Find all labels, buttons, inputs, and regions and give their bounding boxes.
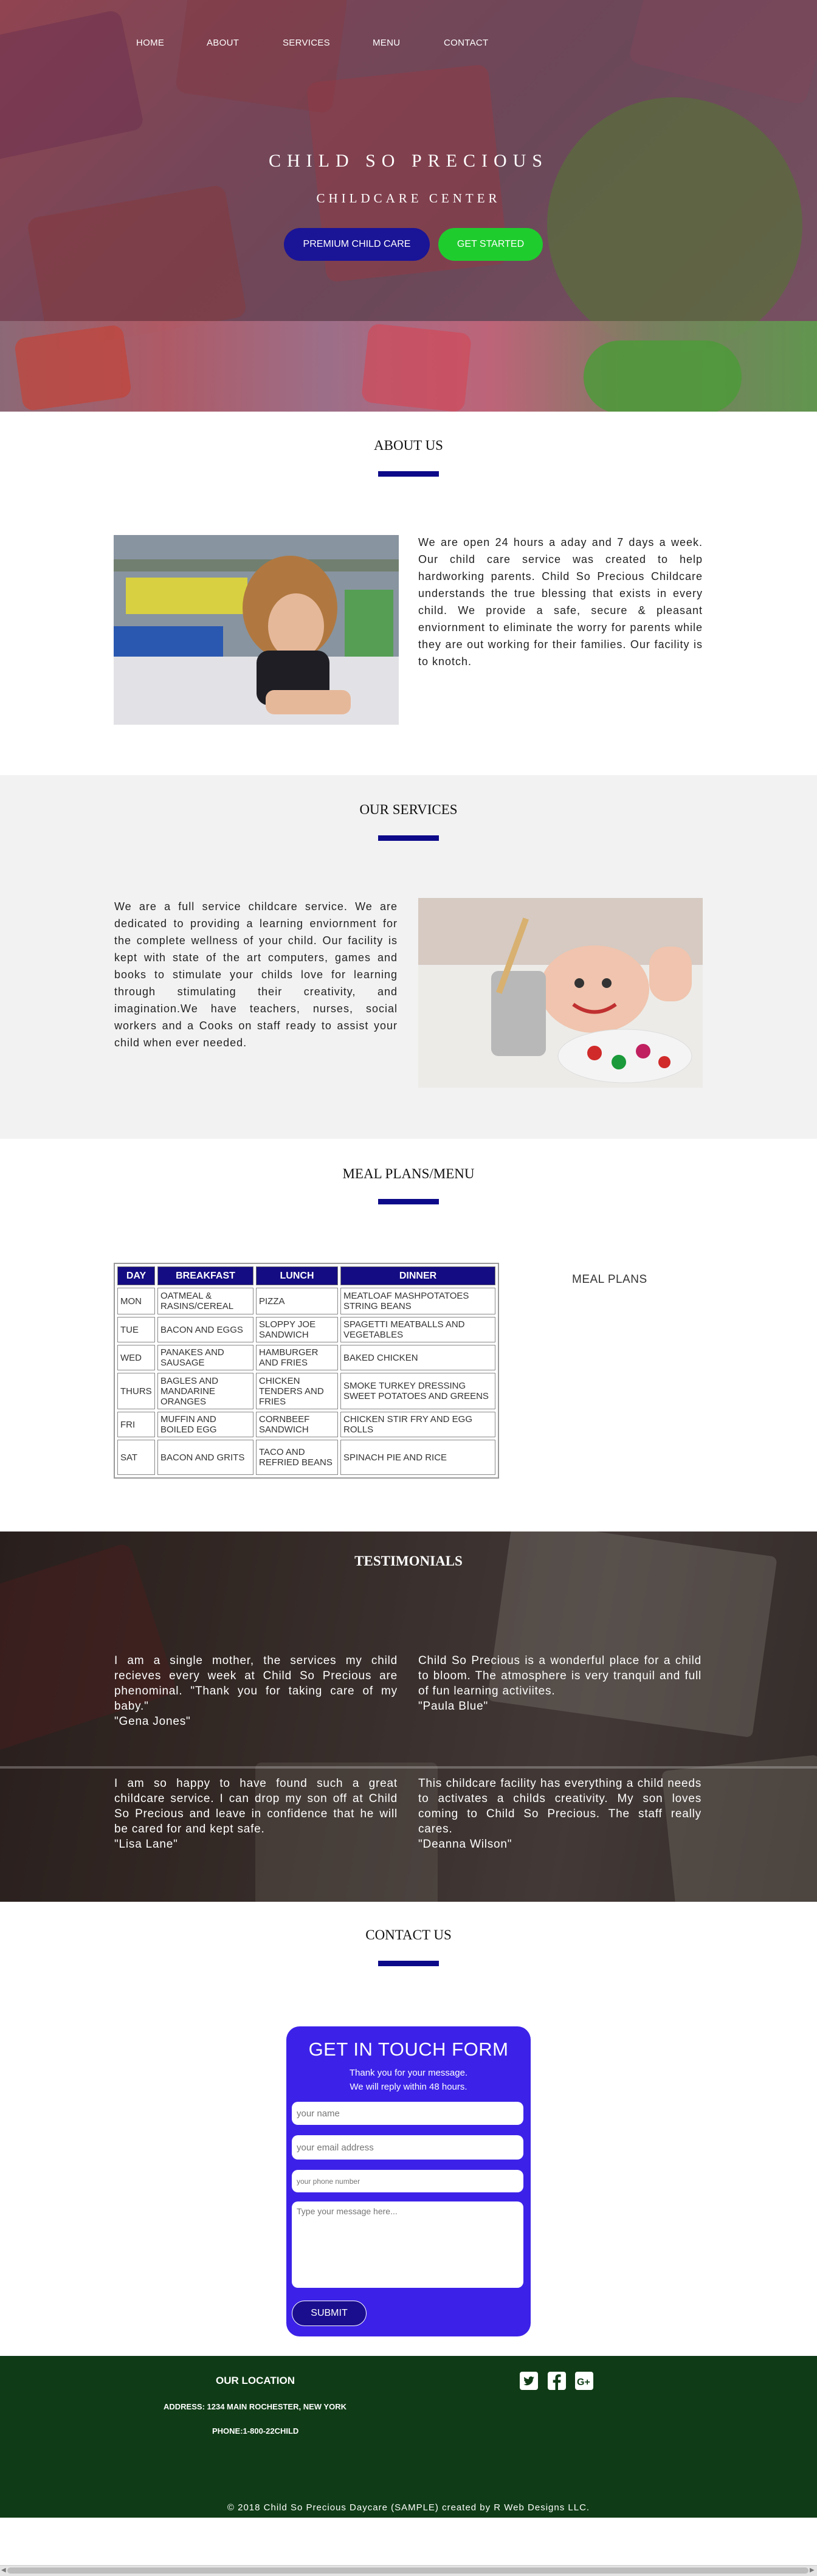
girl-drawing-photo <box>114 535 399 725</box>
hero-title: CHILD SO PRECIOUS <box>268 151 549 171</box>
services-text: We are a full service childcare service.… <box>114 900 398 1049</box>
table-cell: TACO AND REFRIED BEANS <box>256 1440 338 1475</box>
about-text: We are open 24 hours a aday and 7 days a… <box>418 536 703 668</box>
submit-button[interactable]: SUBMIT <box>292 2301 367 2326</box>
testimonial-1: I am a single mother, the services my ch… <box>114 1653 398 1729</box>
footer: OUR LOCATION ADDRESS: 1234 MAIN ROCHESTE… <box>0 2356 817 2518</box>
table-cell: SLOPPY JOE SANDWICH <box>256 1317 338 1342</box>
testimonial-author: "Deanna Wilson" <box>418 1838 512 1851</box>
contact-heading: CONTACT US <box>365 1927 452 1942</box>
table-cell: MON <box>117 1288 155 1314</box>
table-cell: PANAKES AND SAUSAGE <box>157 1345 253 1370</box>
testimonial-quote: I am a single mother, the services my ch… <box>114 1654 398 1713</box>
testimonial-4: This childcare facility has everything a… <box>418 1776 702 1852</box>
nav-contact[interactable]: CONTACT <box>444 38 488 48</box>
table-cell: SPAGETTI MEATBALLS AND VEGETABLES <box>340 1317 495 1342</box>
table-cell: BAKED CHICKEN <box>340 1345 495 1370</box>
background-block <box>13 324 133 412</box>
table-cell: HAMBURGER AND FRIES <box>256 1345 338 1370</box>
hero-banner: HOME ABOUT SERVICES MENU CONTACT CHILD S… <box>0 0 817 412</box>
table-cell: CORNBEEF SANDWICH <box>256 1412 338 1437</box>
copyright-text: © 2018 Child So Precious Daycare (SAMPLE… <box>227 2502 590 2513</box>
testimonials-heading: TESTIMONIALS <box>354 1553 463 1569</box>
table-row: THURS BAGLES AND MANDARINE ORANGES CHICK… <box>117 1373 495 1409</box>
phone-field[interactable] <box>292 2170 523 2192</box>
meal-plan-table: DAY BREAKFAST LUNCH DINNER MON OATMEAL &… <box>114 1263 499 1479</box>
main-nav: HOME ABOUT SERVICES MENU CONTACT <box>0 38 817 54</box>
premium-child-care-button[interactable]: PREMIUM CHILD CARE <box>284 228 430 261</box>
nav-menu[interactable]: MENU <box>373 38 400 48</box>
column-header: DINNER <box>340 1266 495 1285</box>
scroll-left-arrow-icon[interactable]: ◀ <box>1 2567 6 2574</box>
nav-services[interactable]: SERVICES <box>283 38 330 48</box>
table-cell: TUE <box>117 1317 155 1342</box>
table-header-row: DAY BREAKFAST LUNCH DINNER <box>117 1266 495 1285</box>
nav-home[interactable]: HOME <box>136 38 164 48</box>
menu-heading: MEAL PLANS/MENU <box>342 1166 475 1181</box>
testimonials-divider <box>0 1766 817 1769</box>
table-cell: FRI <box>117 1412 155 1437</box>
location-heading: OUR LOCATION <box>216 2375 295 2386</box>
testimonial-quote: This childcare facility has everything a… <box>418 1777 702 1835</box>
background-block <box>584 340 742 412</box>
address-text: ADDRESS: 1234 MAIN ROCHESTER, NEW YORK <box>164 2402 346 2411</box>
table-cell: BACON AND EGGS <box>157 1317 253 1342</box>
table-row: FRI MUFFIN AND BOILED EGG CORNBEEF SANDW… <box>117 1412 495 1437</box>
table-cell: SPINACH PIE AND RICE <box>340 1440 495 1475</box>
table-row: SAT BACON AND GRITS TACO AND REFRIED BEA… <box>117 1440 495 1475</box>
testimonial-author: "Paula Blue" <box>418 1700 488 1713</box>
testimonial-3: I am so happy to have found such a great… <box>114 1776 398 1852</box>
scroll-right-arrow-icon[interactable]: ▶ <box>810 2567 815 2574</box>
google-plus-icon[interactable]: G+ <box>574 2371 594 2391</box>
table-cell: THURS <box>117 1373 155 1409</box>
services-heading: OUR SERVICES <box>359 802 458 817</box>
hero-subtitle: CHILDCARE CENTER <box>316 191 501 205</box>
column-header: DAY <box>117 1266 155 1285</box>
table-cell: SAT <box>117 1440 155 1475</box>
testimonial-quote: Child So Precious is a wonderful place f… <box>418 1654 702 1697</box>
form-thanks-text: Thank you for your message. <box>349 2068 468 2078</box>
column-header: LUNCH <box>256 1266 338 1285</box>
phone-text: PHONE:1-800-22CHILD <box>212 2426 299 2436</box>
table-cell: MUFFIN AND BOILED EGG <box>157 1412 253 1437</box>
menu-heading-underline <box>378 1199 439 1204</box>
contact-form: GET IN TOUCH FORM Thank you for your mes… <box>286 2026 531 2336</box>
table-cell: SMOKE TURKEY DRESSING SWEET POTATOES AND… <box>340 1373 495 1409</box>
meal-plans-label: MEAL PLANS <box>572 1273 647 1286</box>
services-heading-underline <box>378 835 439 841</box>
background-block <box>360 323 472 412</box>
table-row: WED PANAKES AND SAUSAGE HAMBURGER AND FR… <box>117 1345 495 1370</box>
table-cell: BAGLES AND MANDARINE ORANGES <box>157 1373 253 1409</box>
table-cell: BACON AND GRITS <box>157 1440 253 1475</box>
email-field[interactable] <box>292 2135 523 2160</box>
table-row: MON OATMEAL & RASINS/CEREAL PIZZA MEATLO… <box>117 1288 495 1314</box>
testimonial-2: Child So Precious is a wonderful place f… <box>418 1653 702 1714</box>
testimonial-author: "Lisa Lane" <box>114 1838 178 1851</box>
column-header: BREAKFAST <box>157 1266 253 1285</box>
testimonial-author: "Gena Jones" <box>114 1715 191 1728</box>
table-cell: CHICKEN STIR FRY AND EGG ROLLS <box>340 1412 495 1437</box>
about-heading-underline <box>378 471 439 477</box>
about-heading: ABOUT US <box>374 438 443 453</box>
table-cell: CHICKEN TENDERS AND FRIES <box>256 1373 338 1409</box>
nav-about[interactable]: ABOUT <box>207 38 239 48</box>
facebook-icon[interactable] <box>547 2371 567 2391</box>
name-field[interactable] <box>292 2102 523 2125</box>
table-cell: OATMEAL & RASINS/CEREAL <box>157 1288 253 1314</box>
painting-supplies-photo <box>418 898 703 1088</box>
scrollbar-thumb[interactable] <box>7 2567 808 2574</box>
message-field[interactable] <box>292 2201 523 2288</box>
form-title: GET IN TOUCH FORM <box>308 2039 509 2060</box>
testimonial-quote: I am so happy to have found such a great… <box>114 1777 398 1835</box>
table-cell: PIZZA <box>256 1288 338 1314</box>
table-cell: MEATLOAF MASHPOTATOES STRING BEANS <box>340 1288 495 1314</box>
form-reply-text: We will reply within 48 hours. <box>350 2082 467 2092</box>
contact-heading-underline <box>378 1961 439 1966</box>
svg-text:G+: G+ <box>577 2377 590 2388</box>
table-row: TUE BACON AND EGGS SLOPPY JOE SANDWICH S… <box>117 1317 495 1342</box>
get-started-button[interactable]: GET STARTED <box>438 228 543 261</box>
table-cell: WED <box>117 1345 155 1370</box>
testimonials-section: TESTIMONIALS I am a single mother, the s… <box>0 1531 817 1902</box>
twitter-icon[interactable] <box>519 2371 539 2391</box>
